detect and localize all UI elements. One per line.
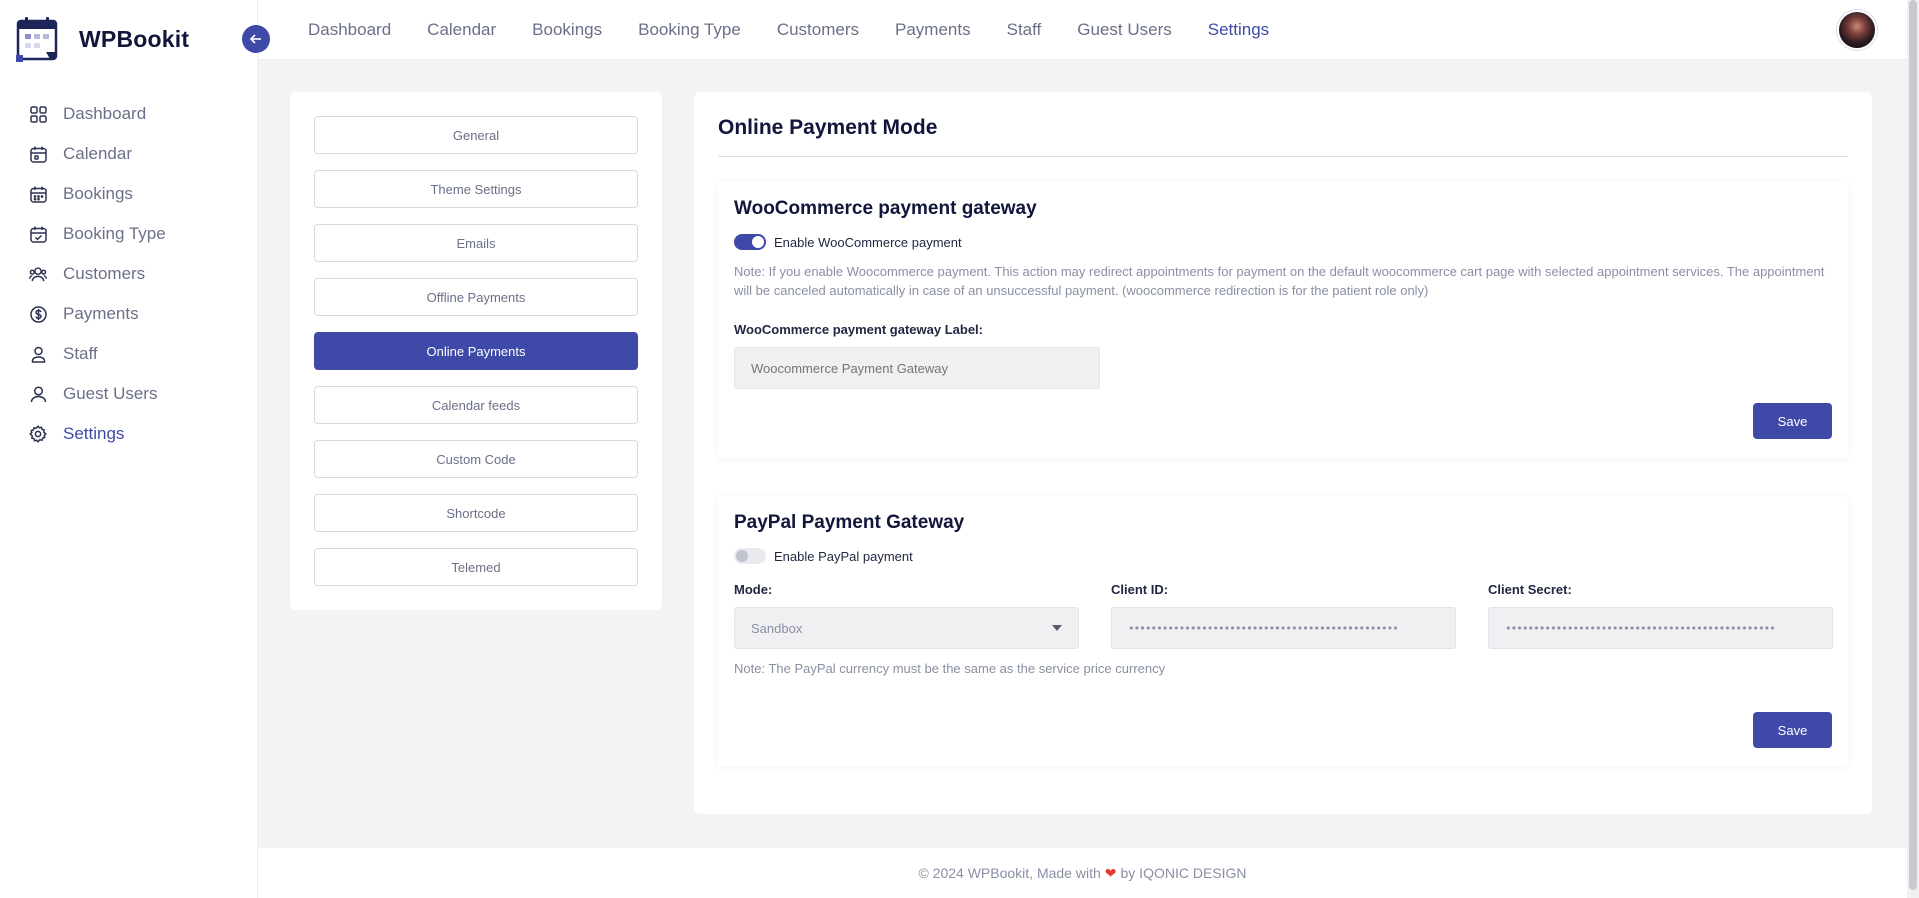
- woocommerce-toggle-row: Enable WooCommerce payment: [734, 234, 1832, 250]
- top-nav-settings[interactable]: Settings: [1208, 20, 1269, 40]
- sidebar: WPBookit Dashboard Calendar Bookings Boo…: [0, 0, 258, 898]
- sidebar-item-customers[interactable]: Customers: [0, 254, 257, 294]
- chevron-down-icon: [1052, 625, 1062, 631]
- user-icon: [29, 345, 47, 363]
- sidebar-item-label: Settings: [63, 424, 125, 443]
- sidebar-item-label: Staff: [63, 344, 98, 363]
- toggle-knob: [736, 550, 748, 562]
- page-scrollbar[interactable]: [1907, 0, 1919, 898]
- sidebar-nav: Dashboard Calendar Bookings Booking Type…: [0, 78, 257, 454]
- footer-prefix: © 2024 WPBookit, Made with: [918, 865, 1101, 881]
- sidebar-item-bookings[interactable]: Bookings: [0, 174, 257, 214]
- paypal-client-id-label: Client ID:: [1111, 582, 1169, 597]
- users-icon: [29, 265, 47, 283]
- collapse-sidebar-button[interactable]: [242, 25, 270, 53]
- calendar-check-icon: [29, 225, 47, 243]
- settings-tab-online-payments[interactable]: Online Payments: [314, 332, 638, 370]
- paypal-fields-row: Mode: Sandbox Client ID: Client Secret:: [734, 582, 1833, 649]
- woocommerce-label-field-label: WooCommerce payment gateway Label:: [734, 322, 983, 337]
- settings-tab-telemed[interactable]: Telemed: [314, 548, 638, 586]
- paypal-client-id-input[interactable]: [1111, 607, 1456, 649]
- sidebar-item-label: Calendar: [63, 144, 132, 163]
- settings-tabs-panel: General Theme Settings Emails Offline Pa…: [290, 92, 662, 610]
- top-nav-customers[interactable]: Customers: [777, 20, 859, 40]
- paypal-mode-col: Mode: Sandbox: [734, 582, 1079, 649]
- dollar-circle-icon: [29, 305, 47, 323]
- sidebar-item-label: Dashboard: [63, 104, 147, 123]
- settings-tab-offline-payments[interactable]: Offline Payments: [314, 278, 638, 316]
- sidebar-item-label: Customers: [63, 264, 146, 283]
- arrow-left-icon: [249, 34, 261, 44]
- top-nav: Dashboard Calendar Bookings Booking Type…: [308, 0, 1305, 60]
- top-nav-dashboard[interactable]: Dashboard: [308, 20, 391, 40]
- top-nav-staff[interactable]: Staff: [1007, 20, 1042, 40]
- brand-name: WPBookit: [79, 25, 190, 52]
- sidebar-item-label: Bookings: [63, 184, 133, 203]
- paypal-client-secret-label: Client Secret:: [1488, 582, 1572, 597]
- toggle-knob: [752, 236, 764, 248]
- paypal-client-secret-col: Client Secret:: [1488, 582, 1833, 649]
- user-outline-icon: [29, 385, 47, 403]
- paypal-toggle-row: Enable PayPal payment: [734, 548, 1832, 564]
- calendar-icon: [29, 145, 47, 163]
- title-divider: [718, 156, 1848, 157]
- top-nav-payments[interactable]: Payments: [895, 20, 971, 40]
- woocommerce-gateway-section: WooCommerce payment gateway Enable WooCo…: [718, 182, 1848, 458]
- sidebar-item-label: Guest Users: [63, 384, 158, 403]
- brand[interactable]: WPBookit: [0, 0, 257, 78]
- settings-tab-shortcode[interactable]: Shortcode: [314, 494, 638, 532]
- sidebar-item-label: Booking Type: [63, 224, 166, 243]
- paypal-gateway-section: PayPal Payment Gateway Enable PayPal pay…: [718, 496, 1848, 766]
- paypal-toggle-label: Enable PayPal payment: [774, 548, 913, 564]
- grid-icon: [29, 105, 47, 123]
- topbar: Dashboard Calendar Bookings Booking Type…: [258, 0, 1907, 60]
- settings-tab-theme-settings[interactable]: Theme Settings: [314, 170, 638, 208]
- settings-tab-general[interactable]: General: [314, 116, 638, 154]
- sidebar-item-payments[interactable]: Payments: [0, 294, 257, 334]
- sidebar-item-label: Payments: [63, 304, 139, 323]
- sidebar-item-booking-type[interactable]: Booking Type: [0, 214, 257, 254]
- settings-tab-emails[interactable]: Emails: [314, 224, 638, 262]
- paypal-client-secret-input[interactable]: [1488, 607, 1833, 649]
- sidebar-item-dashboard[interactable]: Dashboard: [0, 94, 257, 134]
- sidebar-item-settings[interactable]: Settings: [0, 414, 257, 454]
- paypal-mode-label: Mode:: [734, 582, 773, 597]
- avatar[interactable]: [1837, 10, 1877, 50]
- woocommerce-save-button[interactable]: Save: [1753, 403, 1832, 439]
- sidebar-item-calendar[interactable]: Calendar: [0, 134, 257, 174]
- heart-icon: ❤: [1104, 864, 1117, 881]
- woocommerce-label-input[interactable]: [734, 347, 1100, 389]
- online-payment-card: Online Payment Mode WooCommerce payment …: [694, 92, 1872, 814]
- woocommerce-note: Note: If you enable Woocommerce payment.…: [734, 264, 1825, 298]
- top-nav-bookings[interactable]: Bookings: [532, 20, 602, 40]
- woocommerce-enable-toggle[interactable]: [734, 234, 766, 250]
- footer: © 2024 WPBookit, Made with ❤ by IQONIC D…: [258, 848, 1907, 898]
- paypal-title: PayPal Payment Gateway: [734, 512, 965, 533]
- top-nav-booking-type[interactable]: Booking Type: [638, 20, 741, 40]
- calendar-grid-icon: [29, 185, 47, 203]
- sidebar-item-staff[interactable]: Staff: [0, 334, 257, 374]
- paypal-save-button[interactable]: Save: [1753, 712, 1832, 748]
- sidebar-item-guest-users[interactable]: Guest Users: [0, 374, 257, 414]
- paypal-note: Note: The PayPal currency must be the sa…: [734, 661, 1166, 676]
- woocommerce-toggle-label: Enable WooCommerce payment: [774, 234, 962, 250]
- paypal-client-id-col: Client ID:: [1111, 582, 1456, 649]
- paypal-mode-select[interactable]: Sandbox: [734, 607, 1079, 649]
- wpbookit-logo-icon: [16, 16, 63, 62]
- page-title: Online Payment Mode: [718, 116, 938, 139]
- settings-tab-calendar-feeds[interactable]: Calendar feeds: [314, 386, 638, 424]
- gear-icon: [29, 425, 47, 443]
- settings-tab-custom-code[interactable]: Custom Code: [314, 440, 638, 478]
- paypal-enable-toggle[interactable]: [734, 548, 766, 564]
- woocommerce-title: WooCommerce payment gateway: [734, 198, 1037, 219]
- paypal-mode-value: Sandbox: [751, 620, 803, 636]
- scrollbar-thumb[interactable]: [1909, 0, 1917, 890]
- top-nav-calendar[interactable]: Calendar: [427, 20, 496, 40]
- footer-suffix: by IQONIC DESIGN: [1120, 865, 1247, 881]
- top-nav-guest-users[interactable]: Guest Users: [1077, 20, 1171, 40]
